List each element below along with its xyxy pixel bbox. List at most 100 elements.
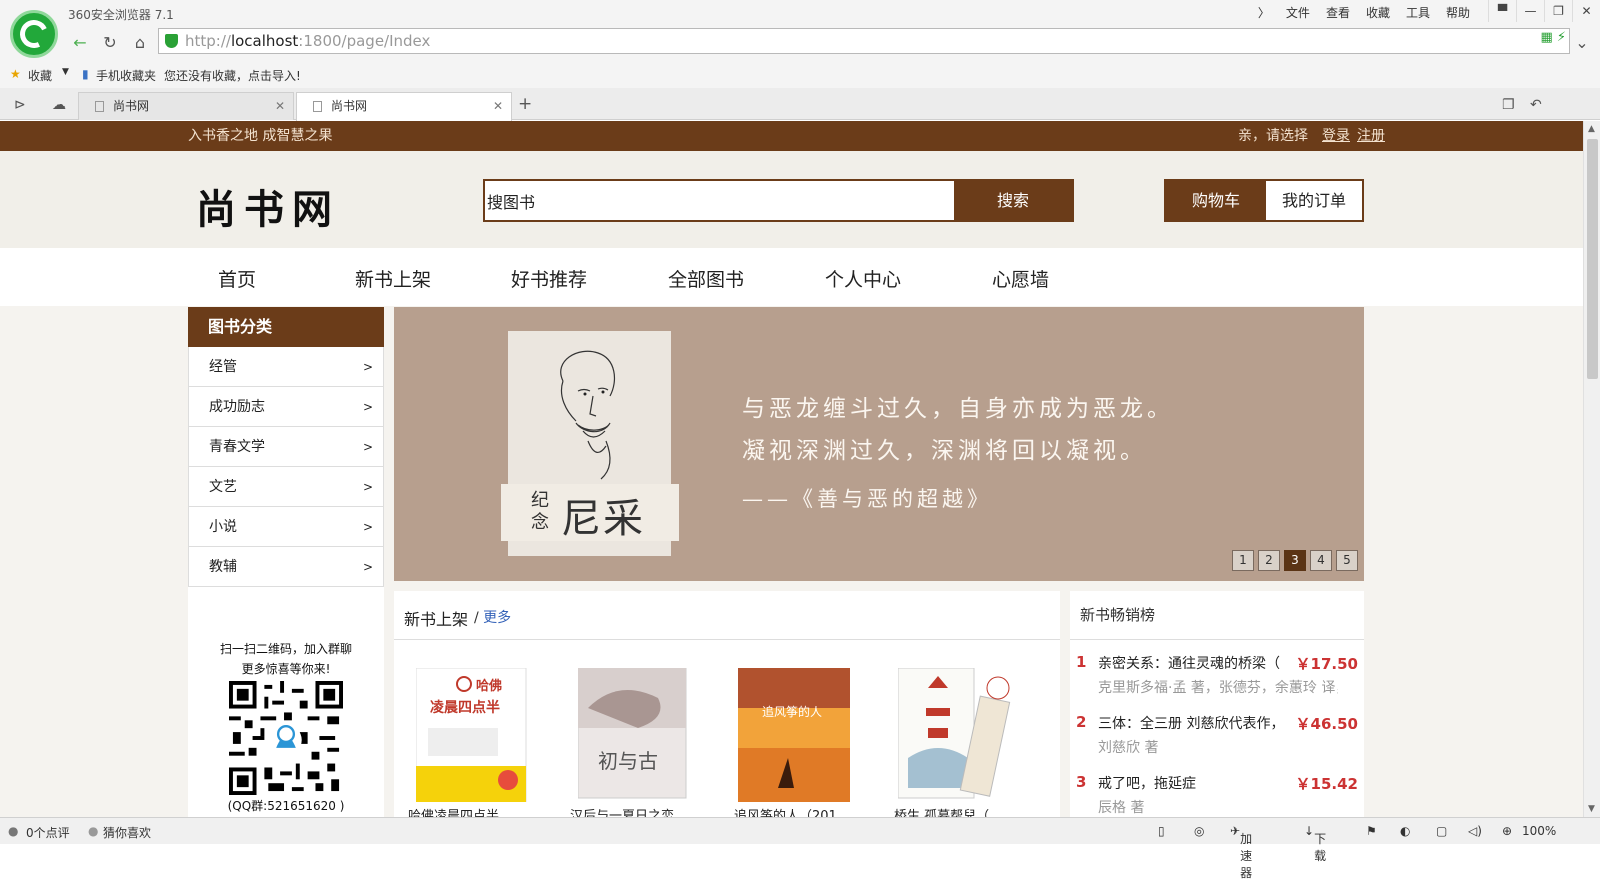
browser-icon[interactable]: ◐	[1400, 824, 1410, 838]
category-item[interactable]: 文艺 >	[188, 467, 384, 507]
category-item[interactable]: 经管 >	[188, 347, 384, 387]
scroll-down-icon[interactable]: ▼	[1588, 804, 1595, 814]
category-sidebar: 图书分类 经管 > 成功励志 > 青春文学 > 文艺 > 小说 > 教辅 > 扫一扫二维码，…	[188, 307, 384, 817]
minimize-button[interactable]: —	[1516, 0, 1544, 22]
cloud-icon[interactable]: ☁	[52, 97, 66, 113]
favorites-dropdown-icon[interactable]: ▼	[62, 67, 69, 77]
category-label: 青春文学	[209, 439, 265, 455]
speed-icon[interactable]: ◎	[1194, 824, 1204, 838]
address-bar[interactable]: http://localhost:1800/page/Index	[158, 28, 1570, 54]
category-item[interactable]: 小说 >	[188, 507, 384, 547]
site-logo[interactable]: 尚书网	[196, 177, 340, 235]
category-item[interactable]: 教辅 >	[188, 547, 384, 587]
nav-new-books[interactable]: 新书上架	[355, 265, 431, 292]
banner-quote-source: ——《善与恶的超越》	[742, 487, 992, 511]
menu-tools[interactable]: 工具	[1406, 4, 1430, 21]
qr-lightning-icon[interactable]: ▦ ⚡	[1540, 30, 1566, 45]
category-label: 成功励志	[209, 399, 265, 415]
accelerator-button[interactable]: ✈ 加速器	[1230, 824, 1252, 880]
flag-icon[interactable]: ⚑	[1366, 824, 1377, 838]
undo-close-icon[interactable]: ↶	[1530, 97, 1542, 113]
refresh-icon[interactable]: ↻	[98, 32, 122, 54]
nav-home[interactable]: 首页	[218, 265, 256, 292]
nav-all-books[interactable]: 全部图书	[668, 265, 744, 292]
scrollbar-thumb[interactable]	[1587, 139, 1598, 379]
bestseller-book-title[interactable]: 三体：全三册 刘慈欣代表作，	[1098, 713, 1288, 733]
category-item[interactable]: 青春文学 >	[188, 427, 384, 467]
zoom-level[interactable]: 100%	[1522, 824, 1556, 838]
new-books-panel: 新书上架 / 更多 哈佛 凌晨四点半 初与古 追风筝的人 哈佛凌晨四点半 汉后与…	[394, 591, 1060, 817]
bestseller-row[interactable]: 1 亲密关系：通往灵魂的桥梁（ ￥17.50 克里斯多福·孟 著，张德芬，余蕙玲…	[1070, 645, 1364, 705]
menu-expand-icon[interactable]: 〉	[1258, 4, 1270, 21]
menu-view[interactable]: 查看	[1326, 4, 1350, 21]
bestseller-book-title[interactable]: 亲密关系：通往灵魂的桥梁（	[1098, 653, 1288, 673]
zoom-icon[interactable]: ⊕	[1502, 824, 1512, 838]
tab-close-icon[interactable]: ✕	[493, 93, 503, 119]
more-link[interactable]: / 更多	[474, 607, 511, 627]
book-cover[interactable]	[897, 667, 1014, 802]
qr-caption: 扫一扫二维码，加入群聊 更多惊喜等你来!	[188, 639, 384, 679]
banner-page-3[interactable]: 3	[1284, 550, 1306, 571]
book-title[interactable]: 追风筝的人（201	[734, 805, 864, 817]
banner-page-4[interactable]: 4	[1310, 550, 1332, 571]
search-button[interactable]: 搜索	[954, 181, 1072, 220]
home-icon[interactable]: ⌂	[128, 32, 152, 54]
banner-page-2[interactable]: 2	[1258, 550, 1280, 571]
svg-text:追风筝的人: 追风筝的人	[762, 704, 822, 719]
tab-1[interactable]: 尚书网 ✕	[78, 92, 294, 120]
address-dropdown-icon[interactable]: ⌄	[1570, 32, 1594, 54]
url-host: localhost	[230, 32, 299, 50]
book-title[interactable]: 哈佛凌晨四点半	[408, 805, 538, 817]
import-favorites-link[interactable]: 您还没有收藏，点击导入!	[164, 67, 301, 84]
tab-2[interactable]: 尚书网 ✕	[296, 92, 512, 121]
back-arrow-icon[interactable]: ←	[68, 32, 92, 54]
banner-page-1[interactable]: 1	[1232, 550, 1254, 571]
banner-carousel[interactable]: 纪念 尼采 与恶龙缠斗过久，自身亦成为恶龙。 凝视深渊过久，深渊将回以凝视。 —…	[394, 307, 1364, 581]
download-button[interactable]: ↓ 下载	[1304, 824, 1326, 863]
book-title[interactable]: 桥生 孤暮帮兒（	[894, 805, 1024, 817]
restore-tabs-icon[interactable]: ❐	[1502, 97, 1515, 113]
bestseller-book-title[interactable]: 戒了吧，拖延症	[1098, 773, 1288, 793]
category-label: 教辅	[209, 559, 237, 575]
favorites-button[interactable]: 收藏	[28, 67, 52, 84]
book-title[interactable]: 汉后与一夏日之恋	[570, 805, 700, 817]
scroll-up-icon[interactable]: ▲	[1588, 124, 1595, 134]
volume-icon[interactable]: ◁)	[1468, 824, 1482, 838]
qr-caption-line2: 更多惊喜等你来!	[241, 662, 331, 676]
menu-favorites[interactable]: 收藏	[1366, 4, 1390, 21]
book-cover[interactable]: 追风筝的人	[738, 668, 854, 802]
window-icon[interactable]: ▢	[1436, 824, 1447, 838]
bestseller-author: 辰格 著	[1098, 800, 1145, 816]
search-input[interactable]	[485, 181, 955, 220]
book-cover[interactable]: 哈佛 凌晨四点半	[415, 667, 532, 803]
mobile-icon[interactable]: ▯	[1158, 824, 1165, 838]
sidebar-toggle-icon[interactable]: ⊳	[14, 97, 26, 113]
nav-wish-wall[interactable]: 心愿墙	[992, 265, 1049, 292]
nav-recommended[interactable]: 好书推荐	[511, 265, 587, 292]
new-tab-icon[interactable]: +	[518, 94, 532, 114]
mobile-icon: ▮	[82, 67, 89, 81]
nav-personal-center[interactable]: 个人中心	[825, 265, 901, 292]
banner-page-5[interactable]: 5	[1336, 550, 1358, 571]
cart-button[interactable]: 购物车	[1166, 181, 1266, 220]
browser-logo-icon[interactable]	[10, 10, 58, 58]
category-label: 文艺	[209, 479, 237, 495]
category-item[interactable]: 成功励志 >	[188, 387, 384, 427]
my-orders-button[interactable]: 我的订单	[1266, 181, 1362, 220]
svg-text:初与古: 初与古	[598, 749, 658, 773]
menu-file[interactable]: 文件	[1286, 4, 1310, 21]
close-button[interactable]: ✕	[1572, 0, 1600, 22]
book-cover[interactable]: 初与古	[577, 667, 694, 802]
comments-count[interactable]: 0个点评	[26, 824, 70, 841]
login-link[interactable]: 登录	[1322, 121, 1350, 151]
bestseller-row[interactable]: 3 戒了吧，拖延症 ￥15.42 辰格 著	[1070, 765, 1364, 817]
page-scrollbar[interactable]: ▲ ▼	[1583, 121, 1600, 817]
tab-close-icon[interactable]: ✕	[275, 93, 285, 119]
mobile-favorites-link[interactable]: 手机收藏夹	[96, 67, 156, 84]
maximize-button[interactable]: ❐	[1544, 0, 1572, 22]
bestseller-row[interactable]: 2 三体：全三册 刘慈欣代表作， ￥46.50 刘慈欣 著	[1070, 705, 1364, 765]
register-link[interactable]: 注册	[1357, 121, 1385, 151]
guess-you-like[interactable]: 猜你喜欢	[103, 824, 151, 841]
skin-icon[interactable]: ▀	[1488, 0, 1516, 22]
menu-help[interactable]: 帮助	[1446, 4, 1470, 21]
